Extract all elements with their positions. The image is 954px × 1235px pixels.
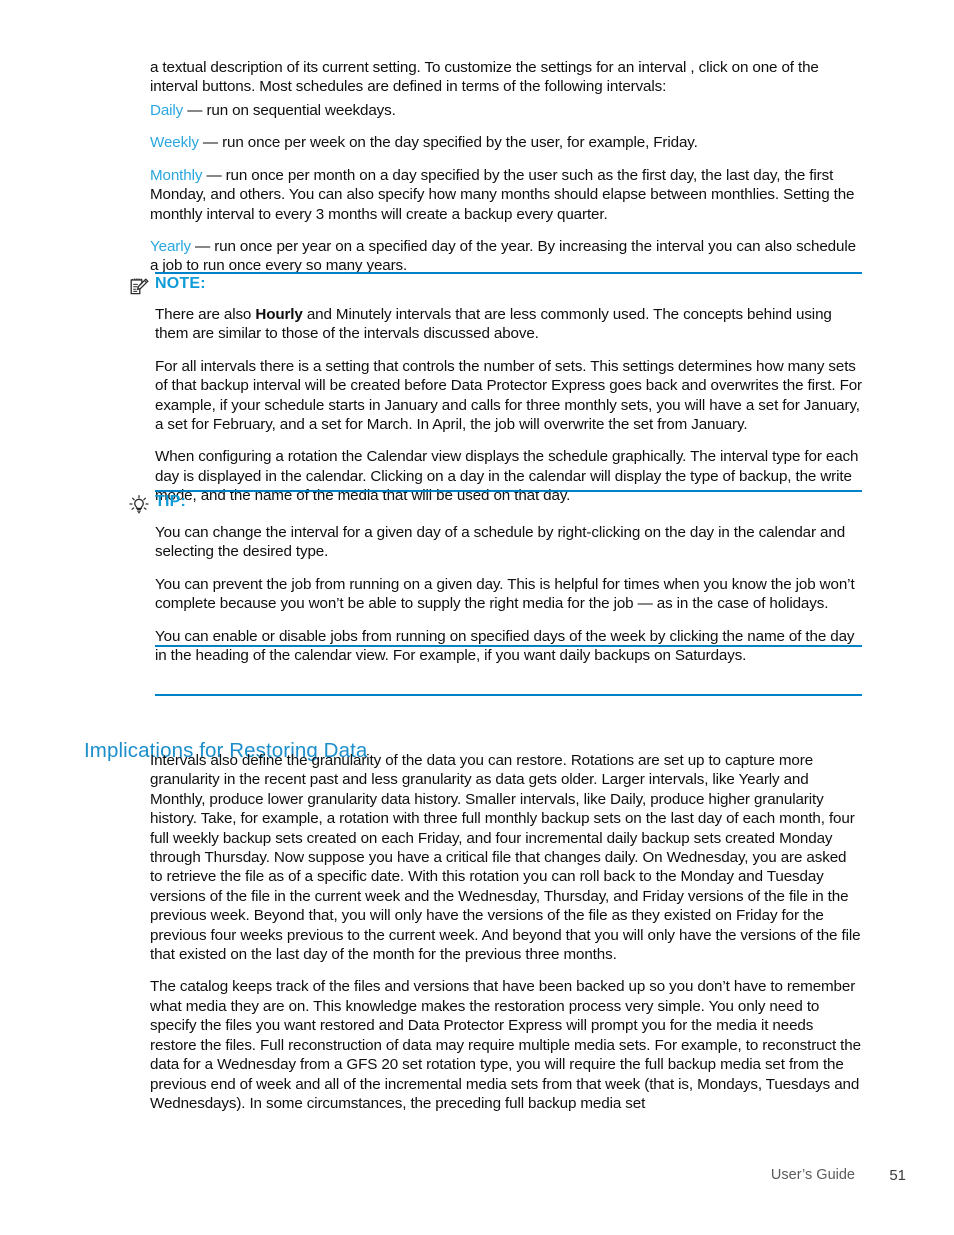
note-header: NOTE:: [129, 272, 862, 298]
intro-block: a textual description of its current set…: [150, 58, 862, 97]
note-p1-bold: Hourly: [255, 306, 303, 323]
tip-admonition: TIP: You can change the interval for a g…: [129, 490, 862, 665]
interval-item-daily: Daily — run on sequential weekdays.: [150, 101, 862, 120]
interval-item-yearly: Yearly — run once per year on a specifie…: [150, 237, 862, 276]
tip-paragraph-2: You can prevent the job from running on …: [155, 575, 855, 613]
note-body: There are also Hourly and Minutely inter…: [155, 298, 862, 506]
interval-desc-yearly: — run once per year on a specified day o…: [150, 238, 856, 275]
interval-desc-monthly: — run once per month on a day specified …: [150, 166, 855, 223]
interval-term-monthly: Monthly: [150, 166, 203, 184]
interval-term-weekly: Weekly: [150, 134, 199, 152]
interval-desc-daily: — run on sequential weekdays.: [183, 102, 396, 119]
section-paragraph-2: The catalog keeps track of the files and…: [150, 978, 861, 1112]
interval-term-yearly: Yearly: [150, 238, 191, 256]
note-paragraph-2: For all intervals there is a setting tha…: [155, 357, 862, 434]
tip-paragraph-1: You can change the interval for a given …: [155, 524, 846, 561]
tip-header: TIP:: [129, 490, 862, 516]
footer-page-number: 51: [889, 1167, 906, 1184]
interval-item-weekly: Weekly — run once per week on the day sp…: [150, 133, 862, 152]
note-admonition: NOTE: There are also Hourly and Minutely…: [129, 272, 862, 506]
lightbulb-icon: [129, 495, 149, 515]
page-footer: User’s Guide 51: [0, 1167, 954, 1187]
interval-desc-weekly: — run once per week on the day specified…: [198, 134, 698, 152]
footer-guide-label: User’s Guide: [770, 1167, 855, 1183]
tip-label: TIP:: [155, 493, 187, 510]
tip-body: You can change the interval for a given …: [155, 516, 862, 665]
section-body: Intervals also define the granularity of…: [150, 751, 862, 1113]
document-page: a textual description of its current set…: [0, 0, 954, 1235]
section-separator-rule: [155, 694, 862, 696]
tip-bottom-rule: [155, 645, 862, 647]
note-paragraph-1: There are also Hourly and Minutely inter…: [155, 305, 862, 344]
interval-item-monthly: Monthly — run once per month on a day sp…: [150, 166, 862, 224]
notepad-pencil-icon: [129, 277, 149, 297]
note-p1-pre: There are also: [155, 306, 256, 323]
intro-paragraph: a textual description of its current set…: [150, 59, 819, 96]
section-paragraph-1: Intervals also define the granularity of…: [150, 752, 861, 964]
note-label: NOTE:: [155, 275, 206, 292]
interval-list: Daily — run on sequential weekdays. Week…: [150, 101, 862, 276]
interval-term-daily: Daily: [150, 102, 184, 119]
